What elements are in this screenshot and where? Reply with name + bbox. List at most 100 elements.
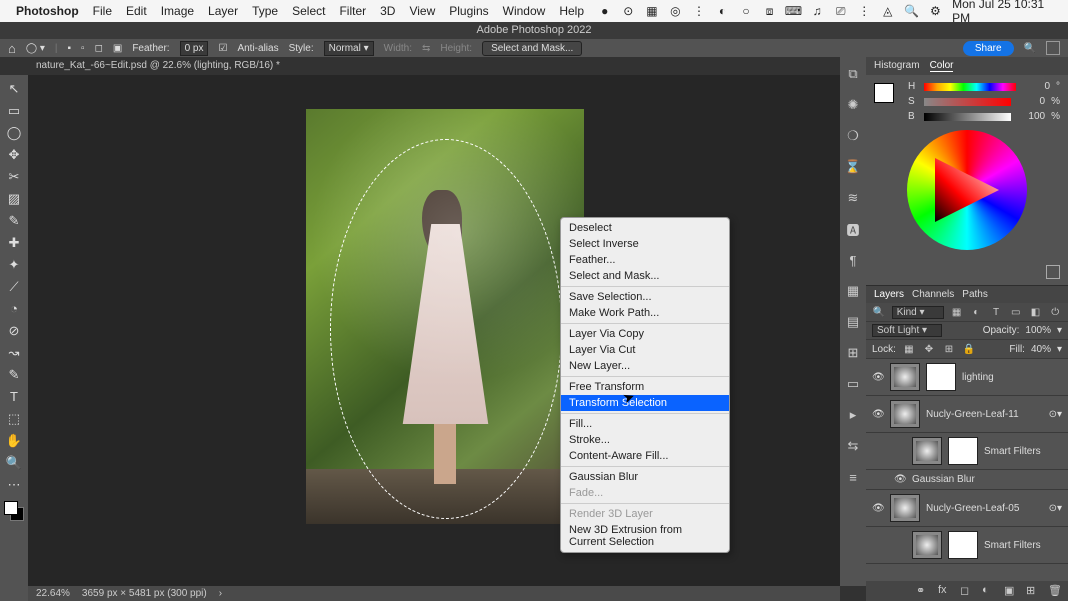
layer-visibility-icon[interactable]: 👁 [894,474,906,485]
menu-filter[interactable]: Filter [339,4,366,18]
gradient-tool-icon[interactable]: ↝ [3,343,25,362]
tray-wifi2-icon[interactable]: ◬ [881,4,895,18]
filter-smart-icon[interactable]: ◧ [1029,305,1043,319]
properties-icon[interactable]: ▭ [844,375,862,393]
lock-artboard-icon[interactable]: ⊞ [942,342,956,356]
tray-control-icon[interactable]: ⚙ [929,4,943,18]
status-chevron-icon[interactable]: › [219,588,222,599]
layer-name[interactable]: Smart Filters [984,446,1062,457]
ctx-deselect[interactable]: Deselect [561,220,729,236]
ctx-content-aware-fill[interactable]: Content-Aware Fill... [561,448,729,464]
smart-object-link-icon[interactable]: ⊙▾ [1049,409,1062,420]
history-icon[interactable]: ⌛ [844,158,862,176]
ctx-new-layer[interactable]: New Layer... [561,358,729,374]
layer-row[interactable]: Smart Filters [866,527,1068,564]
adjustment-layer-icon[interactable]: ◐ [982,584,996,598]
filter-shape-icon[interactable]: ▭ [1009,305,1023,319]
actions-icon[interactable]: ≋ [844,189,862,207]
paths-tab[interactable]: Paths [962,289,988,300]
color-fg-swatch[interactable] [874,83,894,103]
status-zoom[interactable]: 22.64% [36,588,70,599]
tray-headphones-icon[interactable]: ♫ [810,4,824,18]
fill-value[interactable]: 40% [1031,344,1051,355]
layer-thumbnail[interactable] [890,494,920,522]
ctx-free-transform[interactable]: Free Transform [561,379,729,395]
menubar-app[interactable]: Photoshop [16,4,79,18]
info-icon[interactable]: ❍ [844,127,862,145]
link-layers-icon[interactable]: ⚭ [916,584,930,598]
new-layer-icon[interactable]: ⊞ [1026,584,1040,598]
smart-object-link-icon[interactable]: ⊙▾ [1049,503,1062,514]
lasso-tool-icon[interactable]: ◯ [3,123,25,142]
layer-visibility-icon[interactable]: 👁 [872,503,884,514]
menu-view[interactable]: View [409,4,435,18]
crop-tool-icon[interactable]: ✂ [3,167,25,186]
document-tab[interactable]: nature_Kat_-66~Edit.psd @ 22.6% (lightin… [30,58,286,74]
clone-tool-icon[interactable]: ⟋ [3,277,25,296]
ctx-new-3d-extrusion-from-current-selection[interactable]: New 3D Extrusion from Current Selection [561,522,729,550]
layer-visibility-icon[interactable]: 👁 [872,409,884,420]
patterns-icon[interactable]: ⊞ [844,344,862,362]
sat-slider[interactable]: S 0 % [908,96,1060,107]
menu-layer[interactable]: Layer [208,4,238,18]
play-icon[interactable]: ▸ [844,406,862,424]
ctx-layer-via-copy[interactable]: Layer Via Copy [561,326,729,342]
libraries-icon[interactable]: ⧉ [844,65,862,83]
home-icon[interactable]: ⌂ [8,41,16,56]
color-wheel[interactable] [907,130,1027,250]
layers-tab[interactable]: Layers [874,289,904,300]
move-tool-icon[interactable]: ↖ [3,79,25,98]
filter-toggle-icon[interactable]: ⏻ [1048,305,1062,319]
share-button[interactable]: Share [963,41,1014,56]
type-tool-icon[interactable]: T [3,387,25,406]
histogram-tab[interactable]: Histogram [874,60,920,72]
gradients-icon[interactable]: ▤ [844,313,862,331]
color-grid-icon[interactable] [1046,265,1060,279]
tray-target-icon[interactable]: ◎ [669,4,683,18]
tray-circle-icon[interactable]: ○ [739,4,753,18]
layer-name[interactable]: Gaussian Blur [912,474,1062,485]
layer-thumbnail[interactable] [912,437,942,465]
status-dims[interactable]: 3659 px × 5481 px (300 ppi) [82,588,207,599]
search-icon[interactable]: 🔍 [1024,43,1036,54]
tray-record-icon[interactable]: ● [598,4,612,18]
layer-row[interactable]: Smart Filters [866,433,1068,470]
more-panels-icon[interactable]: ≡ [844,468,862,486]
layer-row[interactable]: 👁 Nucly-Green-Leaf-11 ⊙▾ [866,396,1068,433]
menu-plugins[interactable]: Plugins [449,4,488,18]
ctx-transform-selection[interactable]: Transform Selection [561,395,729,411]
filter-adjust-icon[interactable]: ◐ [969,305,983,319]
ctx-fill[interactable]: Fill... [561,416,729,432]
tray-cc-icon[interactable]: ⊙ [622,4,636,18]
kind-select[interactable]: Kind ▾ [892,306,944,319]
selection-tool-icon[interactable]: ✥ [3,145,25,164]
shape-tool-icon[interactable]: ⬚ [3,409,25,428]
bri-slider[interactable]: B 100 % [908,111,1060,122]
menu-image[interactable]: Image [161,4,194,18]
new-selection-icon[interactable]: ▪ [67,43,71,54]
layer-visibility-icon[interactable]: 👁 [872,372,884,383]
ctx-stroke[interactable]: Stroke... [561,432,729,448]
lock-pixels-icon[interactable]: ▦ [902,342,916,356]
group-layers-icon[interactable]: ▣ [1004,584,1018,598]
layer-name[interactable]: Nucly-Green-Leaf-11 [926,409,1043,420]
swatches-icon[interactable]: ▦ [844,282,862,300]
menu-window[interactable]: Window [503,4,546,18]
tray-wifi-icon[interactable]: ⋮ [857,4,871,18]
pen-tool-icon[interactable]: ✎ [3,365,25,384]
layer-mask-icon[interactable]: ◻ [960,584,974,598]
heal-tool-icon[interactable]: ✚ [3,233,25,252]
workspace-icon[interactable] [1046,41,1060,55]
menu-file[interactable]: File [93,4,112,18]
canvas[interactable]: DeselectSelect InverseFeather...Select a… [28,75,840,586]
ctx-select-inverse[interactable]: Select Inverse [561,236,729,252]
lock-position-icon[interactable]: ✥ [922,342,936,356]
layer-row[interactable]: 👁Nucly-Green-Leaf-05⊙▾ [866,490,1068,527]
character-icon[interactable]: 🅰 [844,220,862,238]
layer-row[interactable]: 👁lighting [866,359,1068,396]
blend-mode-select[interactable]: Soft Light ▾ [872,324,942,337]
menu-select[interactable]: Select [292,4,325,18]
paragraph-icon[interactable]: ¶ [844,251,862,269]
current-tool-icon[interactable]: ◯ ▾ [26,43,45,54]
layer-mask-thumbnail[interactable] [926,363,956,391]
